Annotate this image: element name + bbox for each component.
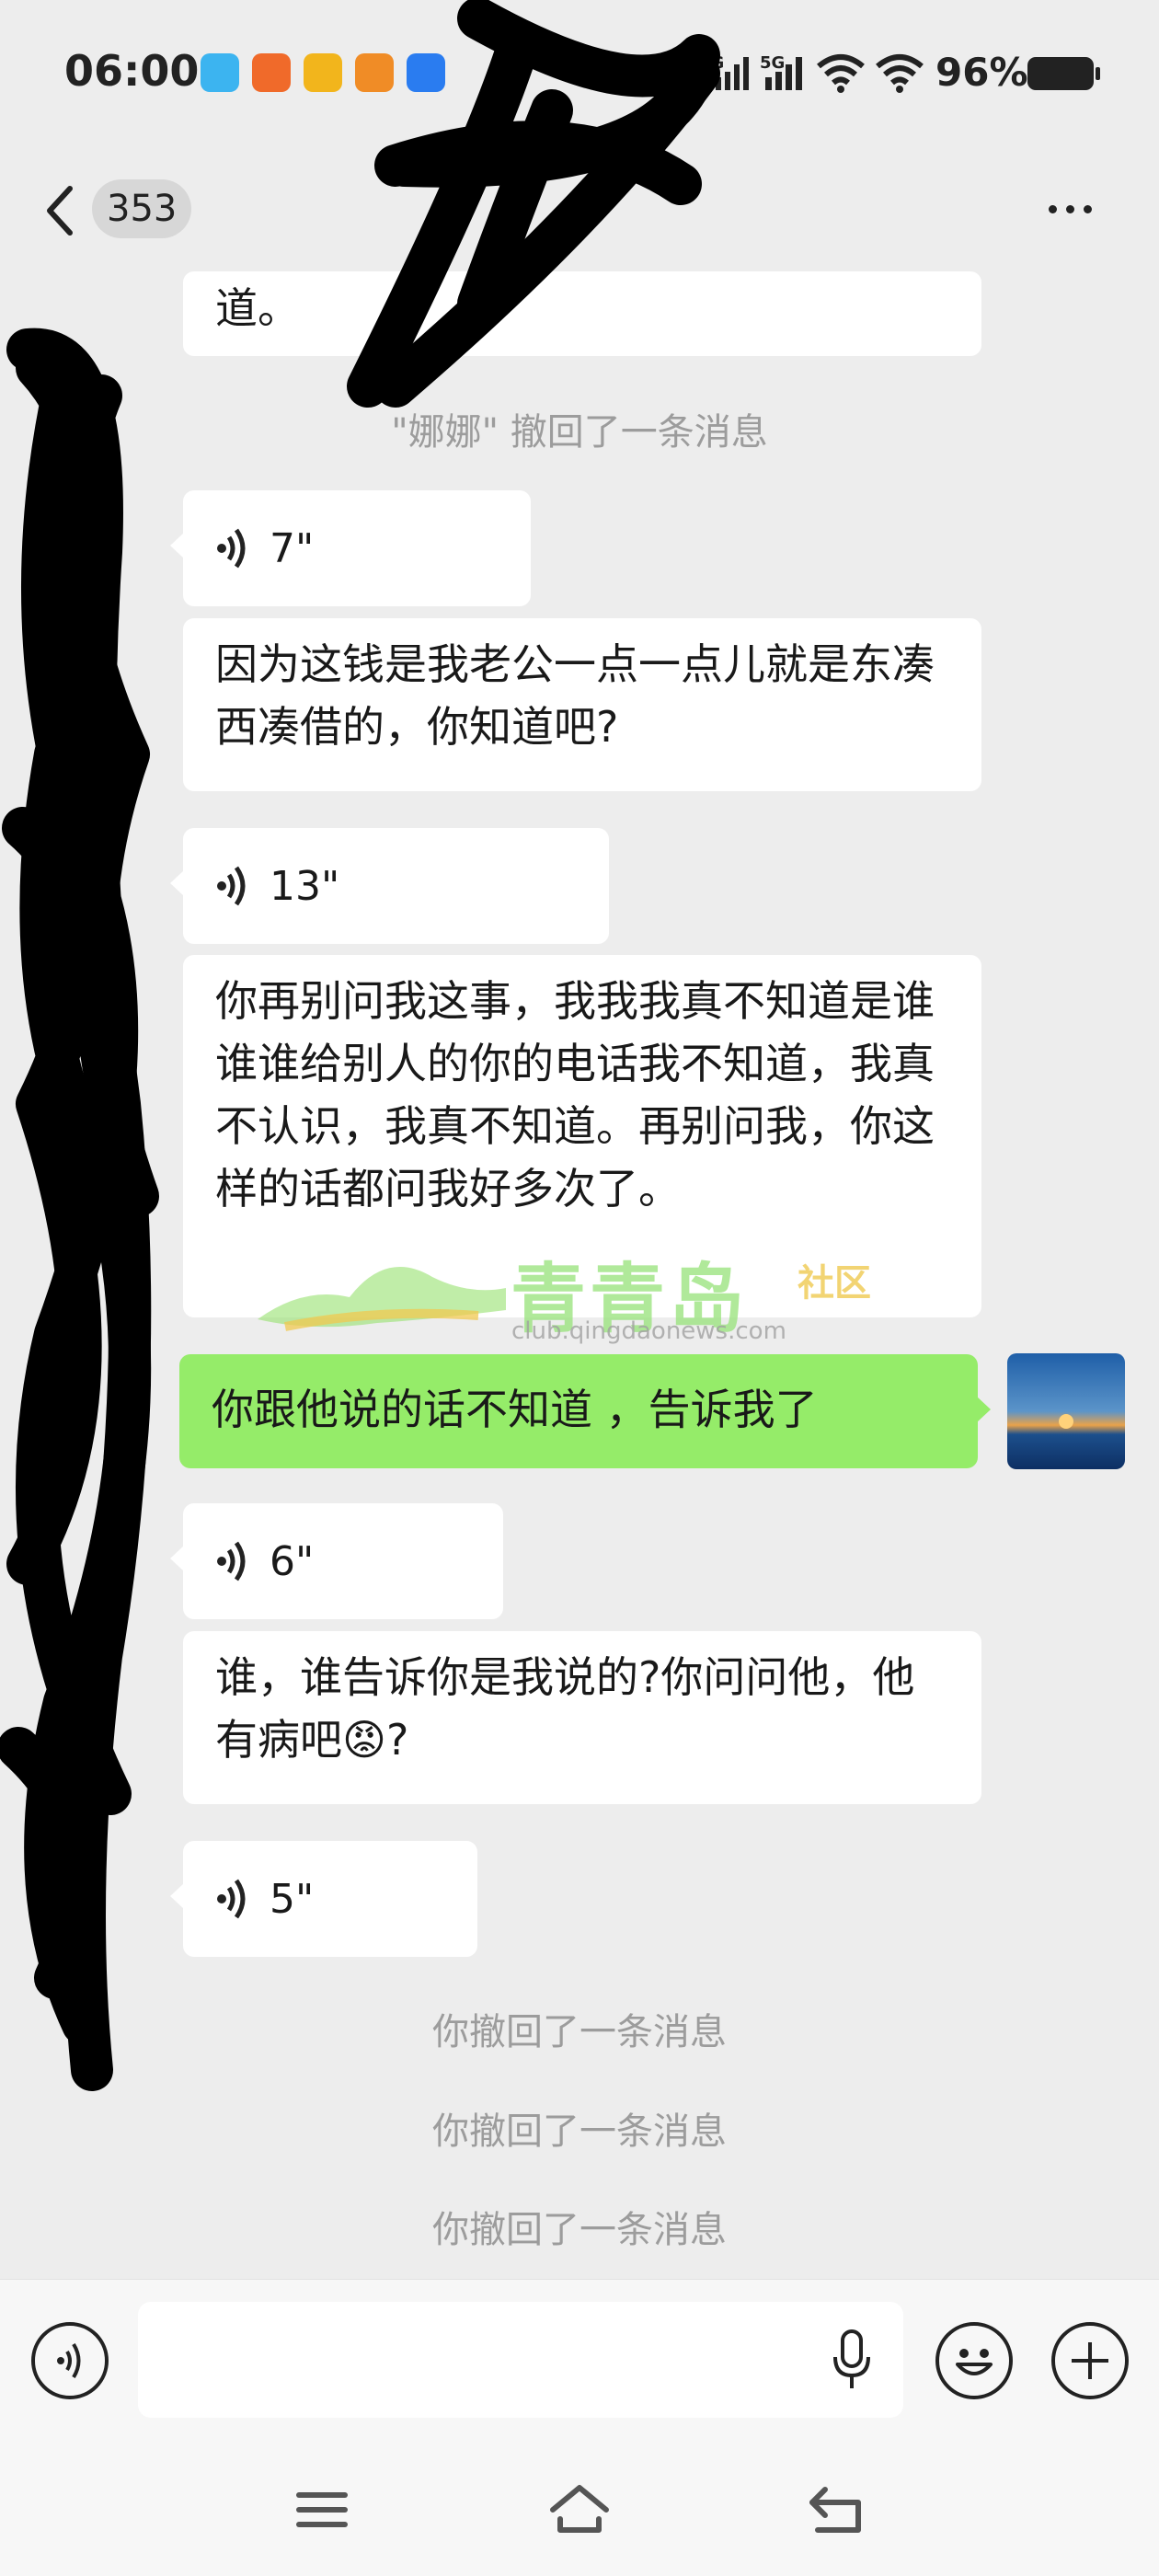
voice-wave-icon [217, 1541, 246, 1581]
bubble-tail [170, 1546, 184, 1571]
voice-toggle-icon [57, 2342, 81, 2379]
watermark-tag: 社区 [798, 1262, 871, 1305]
clock: 06:00 [64, 46, 200, 96]
bubble-tail [170, 870, 184, 896]
watermark-url: club.qingdaonews.com [511, 1317, 786, 1345]
network-speed: 0.50 KB/s [633, 53, 677, 94]
voice-wave-icon [217, 866, 246, 906]
wifi-icon [817, 54, 865, 93]
message-text: 因为这钱是我老公一点一点儿就是东凑西凑借的，你知道吧? [215, 639, 935, 752]
voice-wave-icon [217, 1879, 246, 1919]
emoji-button[interactable] [935, 2322, 1013, 2399]
battery-icon [1027, 57, 1100, 90]
message-text: 你再别问我这事，我我我真不知道是谁谁谁给别人的你的电话我不知道，我真不认识，我真… [215, 976, 935, 1213]
more-options-button[interactable] [1049, 190, 1107, 227]
bubble-tail [170, 533, 184, 558]
voice-duration: 5" [270, 1875, 315, 1923]
emoji-icon [956, 2349, 993, 2375]
voice-duration: 13" [270, 862, 340, 910]
message-text: 道。 [215, 283, 300, 333]
wifi-icon [876, 54, 924, 93]
bubble-tail [170, 1883, 184, 1909]
notification-icons [201, 53, 445, 92]
bubble-tail [977, 1397, 991, 1422]
watermark-logo [258, 1267, 506, 1331]
more-actions-button[interactable] [1051, 2322, 1129, 2399]
app-notification-icon [304, 53, 342, 92]
app-notification-icon [201, 53, 239, 92]
voice-message[interactable]: 6" [170, 1503, 503, 1619]
recall-notice: 你撤回了一条消息 [432, 2209, 727, 2251]
signal-icon [765, 57, 802, 90]
my-avatar[interactable] [1007, 1353, 1125, 1469]
voice-duration: 6" [270, 1537, 315, 1585]
back-icon[interactable] [37, 181, 92, 240]
message-bubble[interactable]: 道。 [183, 271, 981, 356]
system-navigation-bar [0, 2440, 1159, 2576]
voice-message[interactable]: 7" [170, 490, 531, 606]
back-icon[interactable] [805, 2482, 869, 2537]
unread-count-badge[interactable]: 353 [92, 179, 192, 238]
signal-icon [716, 57, 749, 90]
message-bubble[interactable]: 谁，谁告诉你是我说的?你问问他，他有病吧😡? [183, 1631, 981, 1804]
outgoing-message-bubble[interactable]: 你跟他说的话不知道 ，告诉我了 [179, 1354, 991, 1468]
recall-notice: "娜娜" 撤回了一条消息 [391, 411, 768, 454]
message-bubble[interactable]: 因为这钱是我老公一点一点儿就是东凑西凑借的，你知道吧? [183, 618, 981, 791]
message-text: ? [385, 1715, 409, 1765]
microphone-icon[interactable] [832, 2328, 872, 2392]
angry-face-emoji: 😡 [342, 1715, 386, 1765]
voice-wave-icon [217, 528, 246, 569]
voice-duration: 7" [270, 524, 315, 572]
app-notification-icon [355, 53, 394, 92]
app-notification-icon [407, 53, 445, 92]
message-text: 谁，谁告诉你是我说的?你问问他，他有病吧 [215, 1652, 915, 1765]
chat-header: 353 [0, 152, 1159, 271]
message-text: 你跟他说的话不知道 ，告诉我了 [212, 1385, 818, 1434]
battery-percent: 96% [935, 50, 1028, 95]
recall-notice: 你撤回了一条消息 [432, 2011, 727, 2053]
app-notification-icon [252, 53, 291, 92]
status-bar: 06:00 0.50 KB/s 5G 5G 96% [0, 0, 1159, 152]
more-dot [1066, 204, 1074, 213]
voice-toggle-button[interactable] [31, 2322, 109, 2399]
plus-icon [1072, 2342, 1108, 2379]
more-dot [1084, 204, 1092, 213]
message-input[interactable] [138, 2302, 903, 2418]
voice-message[interactable]: 13" [170, 828, 609, 944]
input-bar [0, 2279, 1159, 2441]
home-icon[interactable] [547, 2482, 612, 2537]
menu-icon[interactable] [290, 2482, 354, 2537]
more-dot [1049, 204, 1057, 213]
voice-message[interactable]: 5" [170, 1841, 477, 1957]
recall-notice: 你撤回了一条消息 [432, 2110, 727, 2153]
